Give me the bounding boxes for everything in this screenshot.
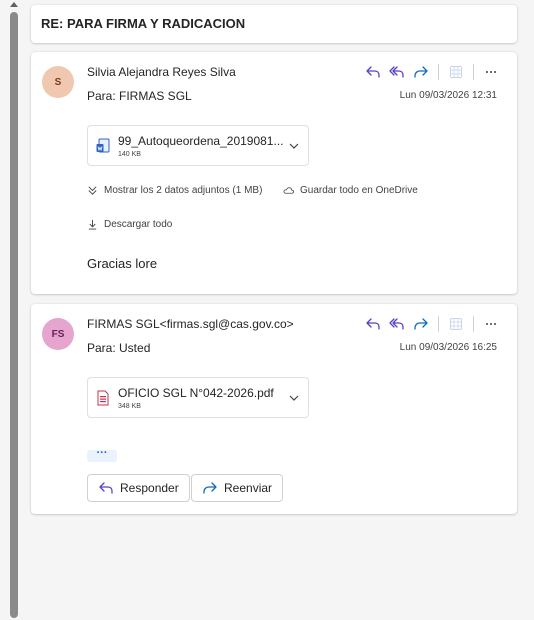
more-actions-button[interactable] — [479, 314, 503, 334]
subject-text: RE: PARA FIRMA Y RADICACION — [41, 16, 246, 31]
cloud-icon — [283, 187, 294, 194]
sender-name[interactable]: FIRMAS SGL<firmas.sgl@cas.gov.co> — [87, 317, 294, 331]
recipient-line: Para: Usted — [87, 341, 151, 355]
download-icon — [88, 219, 97, 230]
reply-all-button[interactable] — [385, 62, 409, 82]
reply-icon — [99, 482, 113, 494]
action-divider — [438, 64, 439, 80]
chevron-down-icon[interactable] — [288, 392, 300, 404]
vertical-scrollbar[interactable] — [10, 0, 18, 620]
forward-icon — [203, 482, 217, 494]
sender-name[interactable]: Silvia Alejandra Reyes Silva — [87, 65, 236, 79]
more-icon — [486, 323, 496, 325]
save-onedrive-link[interactable]: Guardar todo en OneDrive — [283, 185, 418, 196]
attachment-card[interactable]: 99_Autoqueordena_2019081... 140 KB — [87, 125, 309, 166]
recipient-line: Para: FIRMAS SGL — [87, 89, 192, 103]
grid-icon — [450, 318, 462, 330]
reply-all-icon — [389, 318, 404, 330]
download-all-label: Descargar todo — [104, 219, 173, 230]
scroll-up-arrow-icon[interactable] — [10, 2, 18, 7]
reply-label: Responder — [120, 481, 179, 495]
forward-button[interactable] — [409, 314, 433, 334]
reply-all-icon — [389, 66, 404, 78]
forward-icon — [414, 66, 428, 78]
reply-all-button[interactable] — [385, 314, 409, 334]
reply-icon — [366, 66, 380, 78]
sender-avatar[interactable]: FS — [42, 318, 74, 350]
show-trimmed-content-button[interactable]: ··· — [87, 448, 117, 462]
more-actions-button[interactable] — [479, 62, 503, 82]
save-onedrive-label: Guardar todo en OneDrive — [300, 185, 418, 196]
action-divider — [473, 64, 474, 80]
sender-avatar[interactable]: S — [42, 66, 74, 98]
apps-button[interactable] — [444, 314, 468, 334]
apps-button[interactable] — [444, 62, 468, 82]
reply-button[interactable] — [361, 62, 385, 82]
download-all-link[interactable]: Descargar todo — [87, 219, 172, 230]
message-date: Lun 09/03/2026 16:25 — [399, 342, 497, 353]
grid-icon — [450, 66, 462, 78]
message-actions — [361, 62, 503, 82]
action-divider — [438, 316, 439, 332]
action-divider — [473, 316, 474, 332]
show-more-attachments-label: Mostrar los 2 datos adjuntos (1 MB) — [104, 185, 263, 196]
pdf-icon — [97, 390, 109, 406]
attachment-card[interactable]: OFICIO SGL N°042-2026.pdf 348 KB — [87, 377, 309, 418]
message-card-1[interactable]: S Silvia Alejandra Reyes Silva Para: FIR… — [31, 52, 517, 294]
message-card-2[interactable]: FS FIRMAS SGL<firmas.sgl@cas.gov.co> Par… — [31, 304, 517, 514]
more-icon — [486, 71, 496, 73]
forward-button[interactable] — [409, 62, 433, 82]
forward-icon — [414, 318, 428, 330]
attachment-size: 140 KB — [118, 151, 141, 158]
double-chevron-down-icon — [88, 186, 97, 195]
subject-header: RE: PARA FIRMA Y RADICACION — [31, 5, 517, 43]
word-doc-icon — [96, 138, 110, 153]
attachment-name: 99_Autoqueordena_2019081... — [118, 134, 284, 148]
chevron-down-icon[interactable] — [288, 140, 300, 152]
attachment-size: 348 KB — [118, 403, 141, 410]
message-actions — [361, 314, 503, 334]
show-more-attachments-link[interactable]: Mostrar los 2 datos adjuntos (1 MB) — [87, 185, 262, 196]
scroll-thumb[interactable] — [10, 12, 18, 618]
reply-button[interactable]: Responder — [87, 474, 190, 502]
forward-button[interactable]: Reenviar — [191, 474, 284, 502]
forward-label: Reenviar — [224, 481, 273, 495]
message-date: Lun 09/03/2026 12:31 — [399, 90, 497, 101]
reply-icon — [366, 318, 380, 330]
message-body: Gracias lore — [87, 256, 158, 271]
reply-button[interactable] — [361, 314, 385, 334]
attachment-name: OFICIO SGL N°042-2026.pdf — [118, 386, 274, 400]
